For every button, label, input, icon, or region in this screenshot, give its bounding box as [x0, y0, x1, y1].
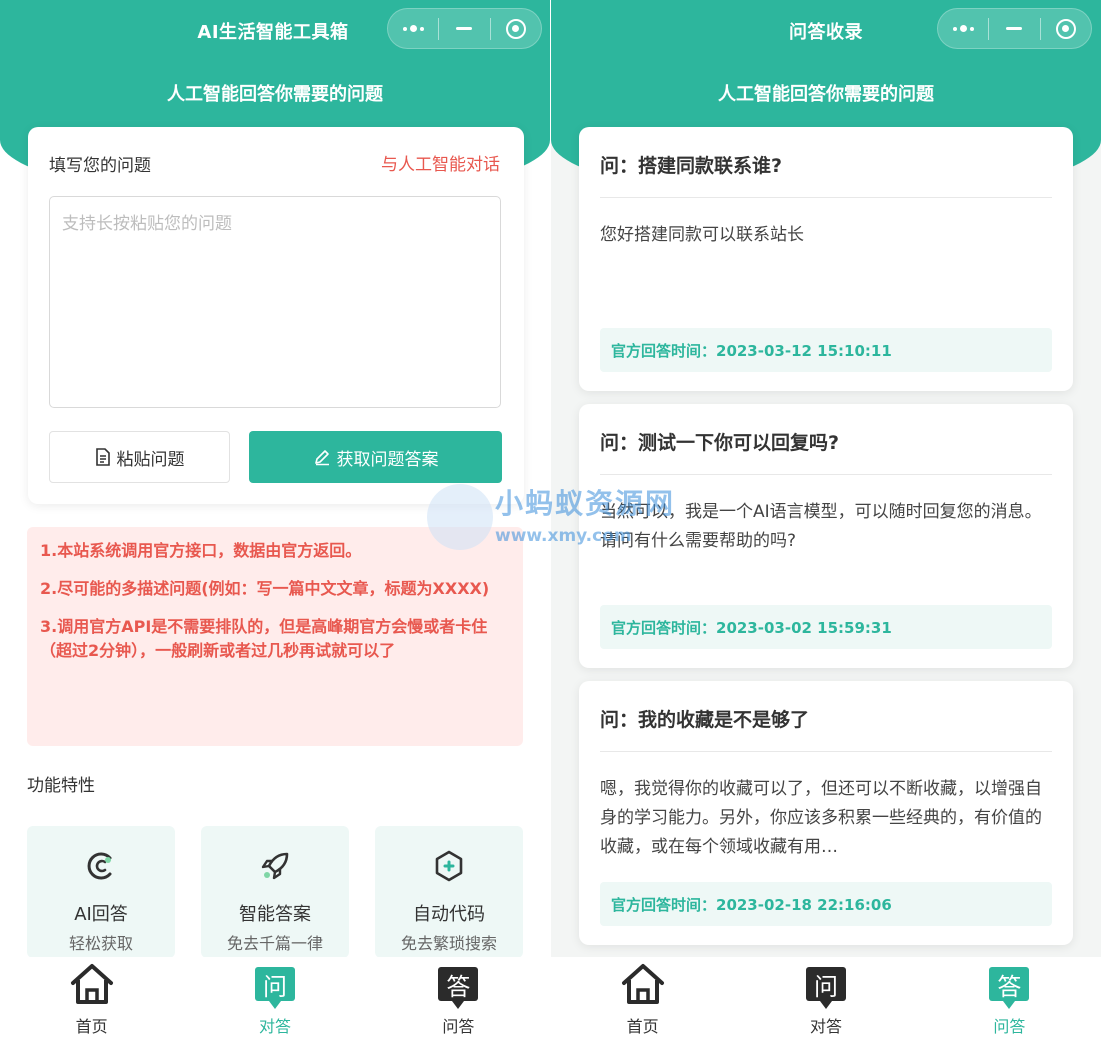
feature-desc: 免去千篇一律: [226, 934, 323, 953]
tab-label: 首页: [75, 1017, 108, 1036]
answer-card[interactable]: 问：我的收藏是不是够了 嗯，我觉得你的收藏可以了，但还可以不断收藏，以增强自身的…: [579, 681, 1073, 945]
answer-card[interactable]: 问：搭建同款联系谁? 您好搭建同款可以联系站长 官方回答时间：2023-03-1…: [579, 127, 1073, 391]
feature-auto-code[interactable]: 自动代码 免去繁琐搜索: [375, 826, 523, 958]
answer-time: 官方回答时间：2023-03-12 15:10:11: [600, 328, 1052, 372]
question-label: 填写您的问题: [49, 156, 151, 176]
tab-chat[interactable]: 问 对答: [734, 957, 917, 1037]
tab-label: 首页: [626, 1017, 659, 1036]
feature-name: 智能答案: [239, 904, 311, 925]
question-input[interactable]: [49, 196, 501, 408]
more-button[interactable]: [388, 9, 438, 48]
qa-box-icon-wrap: 答: [986, 961, 1032, 1009]
chat-box-icon: 问: [805, 967, 846, 1009]
question-card: 填写您的问题 与人工智能对话 粘贴问题 获取问题答案: [28, 127, 524, 504]
tab-bar: 首页 问 对答 答 问答: [551, 957, 1101, 1037]
feature-name: 自动代码: [413, 904, 485, 925]
answer-card[interactable]: 问：测试一下你可以回复吗? 当然可以，我是一个AI语言模型，可以随时回复您的消息…: [579, 404, 1073, 668]
minimize-icon: [1006, 27, 1023, 30]
notice-box: 1.本站系统调用官方接口，数据由官方返回。 2.尽可能的多描述问题(例如：写一篇…: [27, 527, 523, 746]
mini-program-capsule: [937, 8, 1092, 49]
feature-smart-answer[interactable]: 智能答案 免去千篇一律: [201, 826, 349, 958]
tab-qa[interactable]: 答 问答: [918, 957, 1101, 1037]
chat-with-ai-link[interactable]: 与人工智能对话: [381, 150, 500, 175]
feature-list: AI回答 轻松获取 智能答案 免去千篇一律 自动代码 免去繁琐搜索: [27, 826, 523, 958]
notice-item: 2.尽可能的多描述问题(例如：写一篇中文文章，标题为XXXX): [40, 579, 490, 598]
paste-question-button[interactable]: 粘贴问题: [49, 431, 230, 483]
document-icon: [95, 448, 110, 466]
answer-text: 您好搭建同款可以联系站长: [600, 225, 804, 245]
feature-name: AI回答: [74, 904, 128, 925]
feature-desc: 免去繁琐搜索: [400, 934, 497, 953]
close-target-icon: [505, 18, 526, 39]
chat-box-icon-wrap: 问: [803, 961, 849, 1009]
minimize-icon: [456, 27, 473, 30]
more-dots-icon: [402, 25, 424, 32]
close-target-icon: [1055, 18, 1076, 39]
answer-question: 问：我的收藏是不是够了: [600, 709, 810, 731]
minimize-button[interactable]: [989, 9, 1039, 48]
tab-bar: 首页 问 对答 答 问答: [0, 957, 550, 1037]
notice-item: 3.调用官方API是不需要排队的，但是高峰期官方会慢或者卡住（超过2分钟），一般…: [40, 617, 488, 660]
get-answer-label: 获取问题答案: [336, 449, 439, 470]
header-subtitle: 人工智能回答你需要的问题: [718, 84, 934, 105]
answer-text: 嗯，我觉得你的收藏可以了，但还可以不断收藏，以增强自身的学习能力。另外，你应该多…: [600, 779, 1042, 857]
close-button[interactable]: [491, 9, 541, 48]
tab-label: 对答: [809, 1017, 842, 1036]
rocket-icon: [257, 848, 293, 884]
qa-box-icon-wrap: 答: [435, 961, 481, 1009]
feature-desc: 轻松获取: [68, 934, 133, 953]
notice-item: 1.本站系统调用官方接口，数据由官方返回。: [40, 541, 362, 560]
tab-label: 问答: [442, 1017, 475, 1036]
pencil-icon: [314, 450, 329, 466]
chat-box-icon: 问: [254, 967, 295, 1009]
answer-question: 问：测试一下你可以回复吗?: [600, 432, 840, 454]
chat-box-icon-wrap: 问: [252, 961, 298, 1009]
tab-home[interactable]: 首页: [0, 957, 183, 1037]
hexagon-plus-icon: [431, 848, 467, 884]
ai-answer-icon: [83, 848, 119, 884]
home-icon: [620, 961, 666, 1007]
get-answer-button[interactable]: 获取问题答案: [249, 431, 502, 483]
qa-box-icon: 答: [989, 967, 1030, 1009]
mini-program-capsule: [387, 8, 542, 49]
more-dots-icon: [952, 25, 974, 32]
tab-label: 对答: [258, 1017, 291, 1036]
tab-home[interactable]: 首页: [551, 957, 734, 1037]
home-icon: [69, 961, 115, 1007]
answer-time: 官方回答时间：2023-02-18 22:16:06: [600, 882, 1052, 926]
more-button[interactable]: [938, 9, 988, 48]
feature-ai-answer[interactable]: AI回答 轻松获取: [27, 826, 175, 958]
header-subtitle: 人工智能回答你需要的问题: [167, 84, 383, 105]
answer-text: 当然可以，我是一个AI语言模型，可以随时回复您的消息。请问有什么需要帮助的吗?: [600, 502, 1042, 551]
tab-label: 问答: [993, 1017, 1026, 1036]
tab-chat[interactable]: 问 对答: [183, 957, 366, 1037]
close-button[interactable]: [1041, 9, 1091, 48]
tab-qa[interactable]: 答 问答: [367, 957, 550, 1037]
answer-time: 官方回答时间：2023-03-02 15:59:31: [600, 605, 1052, 649]
left-screen: AI生活智能工具箱 人工智能回答你需要的问题 填写您的问题 与人工智能对话 粘贴…: [0, 0, 550, 1037]
features-title: 功能特性: [27, 776, 95, 796]
paste-question-label: 粘贴问题: [116, 449, 185, 470]
minimize-button[interactable]: [439, 9, 489, 48]
right-screen: 问答收录 人工智能回答你需要的问题 问：搭建同款联系谁? 您好搭建同款可以联系站…: [551, 0, 1101, 1037]
answer-question: 问：搭建同款联系谁?: [600, 155, 783, 177]
qa-box-icon: 答: [438, 967, 479, 1009]
